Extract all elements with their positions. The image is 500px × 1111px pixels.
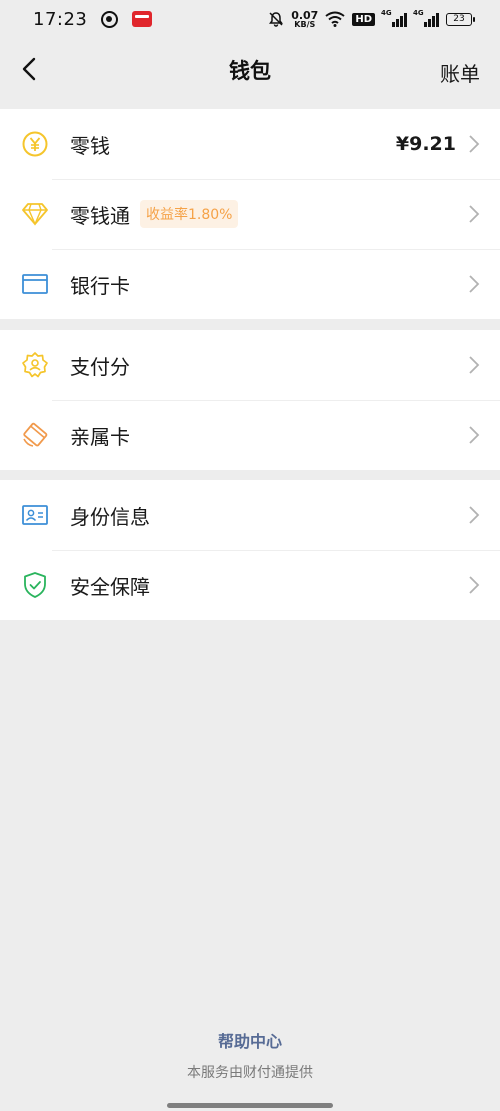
bill-button[interactable]: 账单 <box>440 58 480 87</box>
chevron-right-icon <box>469 205 480 223</box>
shield-check-icon <box>21 572 49 598</box>
wallet-group-3: 身份信息 安全保障 <box>0 480 500 620</box>
hd-badge: HD <box>352 12 375 26</box>
chevron-right-icon <box>469 135 480 153</box>
wallet-group-1: 零钱 ¥9.21 零钱通 收益率1.80% 银行卡 <box>0 109 500 319</box>
home-indicator[interactable] <box>167 1103 333 1108</box>
chevron-right-icon <box>469 275 480 293</box>
signal-strength-2-icon: 4G <box>413 9 439 27</box>
list-item-licaitong[interactable]: 零钱通 收益率1.80% <box>0 179 500 249</box>
chevron-right-icon <box>469 356 480 374</box>
id-card-icon <box>21 502 49 528</box>
list-item-label: 零钱 <box>70 133 110 158</box>
chevron-right-icon <box>469 506 480 524</box>
status-time: 17:23 <box>33 8 88 30</box>
bank-card-icon <box>21 271 49 297</box>
list-item-identity[interactable]: 身份信息 <box>0 480 500 550</box>
payment-score-icon <box>21 352 49 378</box>
chevron-right-icon <box>469 426 480 444</box>
list-item-label: 安全保障 <box>70 574 150 599</box>
notification-app-icon <box>132 11 153 27</box>
list-item-label: 零钱通 <box>70 203 130 228</box>
list-item-label: 亲属卡 <box>70 424 130 449</box>
bell-muted-icon <box>269 12 284 27</box>
wallet-group-2: 支付分 亲属卡 <box>0 330 500 470</box>
provider-note: 本服务由财付通提供 <box>187 1065 313 1081</box>
status-bar: 17:23 0.07 KB/S HD 4G 4G 23 <box>0 0 500 38</box>
page-title: 钱包 <box>229 59 271 83</box>
list-item-change[interactable]: 零钱 ¥9.21 <box>0 109 500 179</box>
chevron-left-icon <box>22 57 36 81</box>
battery-icon: 23 <box>446 12 475 26</box>
signal-strength-1-icon: 4G <box>381 9 407 27</box>
family-card-icon <box>21 422 49 448</box>
list-item-label: 支付分 <box>70 354 130 379</box>
diamond-icon <box>21 201 49 227</box>
change-balance: ¥9.21 <box>395 133 456 155</box>
list-item-family-card[interactable]: 亲属卡 <box>0 400 500 470</box>
list-item-label: 银行卡 <box>70 273 130 298</box>
list-item-label: 身份信息 <box>70 504 150 529</box>
help-center-link[interactable]: 帮助中心 <box>0 1028 500 1052</box>
list-item-bank-card[interactable]: 银行卡 <box>0 249 500 319</box>
back-button[interactable] <box>14 54 44 84</box>
chevron-right-icon <box>469 576 480 594</box>
nav-bar: 钱包 账单 <box>0 38 500 102</box>
yield-rate-badge: 收益率1.80% <box>140 200 239 228</box>
yuan-coin-icon <box>21 131 49 157</box>
list-item-payment-score[interactable]: 支付分 <box>0 330 500 400</box>
net-speed: 0.07 KB/S <box>291 8 319 29</box>
netease-music-icon <box>101 10 119 28</box>
wifi-icon <box>325 11 345 27</box>
list-item-security[interactable]: 安全保障 <box>0 550 500 620</box>
